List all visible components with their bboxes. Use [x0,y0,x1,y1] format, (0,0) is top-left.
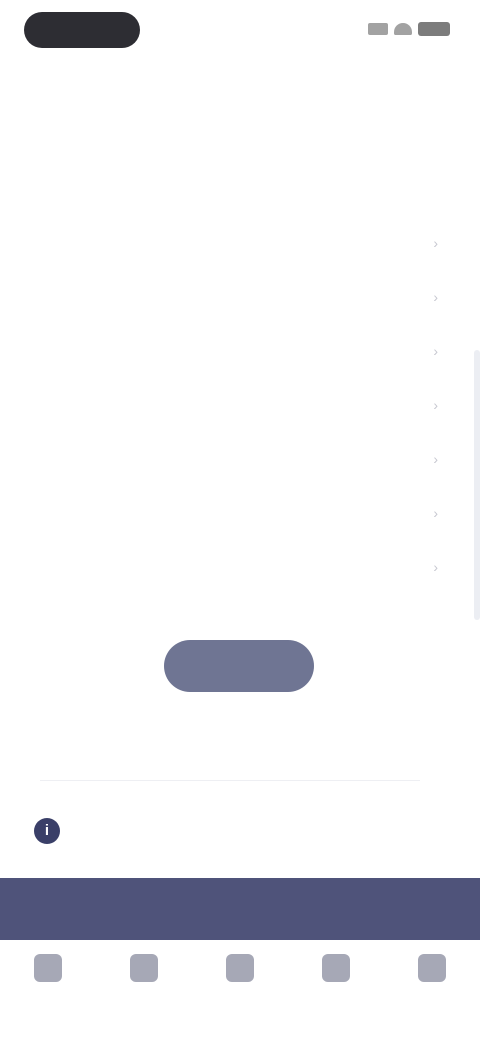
profile-icon [418,954,446,982]
wifi-icon [394,23,412,35]
chevron-right-icon: › [433,343,438,359]
bottom-banner[interactable] [0,878,480,940]
option-item[interactable]: › [24,324,444,378]
nav-item-messages[interactable] [296,954,376,990]
bottom-nav [0,940,480,1040]
status-icons [368,22,450,36]
option-item[interactable]: › [24,270,444,324]
option-item[interactable]: › [24,378,444,432]
help-link[interactable]: i [34,818,74,844]
info-icon: i [34,818,60,844]
chevron-right-icon: › [433,505,438,521]
chevron-right-icon: › [433,559,438,575]
signal-icon [368,23,388,35]
nav-item-calendar[interactable] [104,954,184,990]
submit-button[interactable] [164,640,314,692]
status-bar [0,0,480,64]
chevron-right-icon: › [433,451,438,467]
status-time-pill [24,12,140,48]
chevron-right-icon: › [433,235,438,251]
scrollbar[interactable] [474,350,480,620]
chevron-right-icon: › [433,397,438,413]
option-item[interactable]: › [24,432,444,486]
options-list: › › › › › › › [24,216,444,594]
home-icon [34,954,62,982]
chevron-right-icon: › [433,289,438,305]
bell-icon [226,954,254,982]
option-item[interactable]: › [24,540,444,594]
calendar-icon [130,954,158,982]
battery-icon [418,22,450,36]
option-item[interactable]: › [24,486,444,540]
nav-item-profile[interactable] [392,954,472,990]
nav-item-notifications[interactable] [200,954,280,990]
option-item[interactable]: › [24,216,444,270]
chat-icon [322,954,350,982]
nav-item-home[interactable] [8,954,88,990]
divider [40,780,420,781]
